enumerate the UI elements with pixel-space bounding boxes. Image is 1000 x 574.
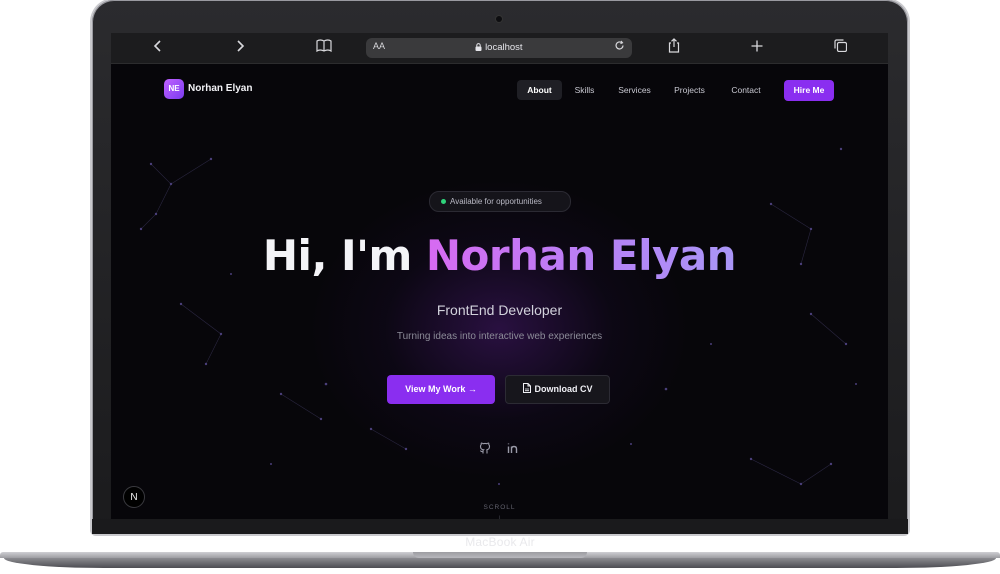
tabs-icon <box>833 39 847 53</box>
document-icon <box>522 383 531 393</box>
laptop-base <box>0 552 1000 574</box>
download-cv-button[interactable]: Download CV <box>505 375 610 404</box>
nav-about[interactable]: About <box>517 80 562 100</box>
reload-button[interactable] <box>614 40 625 54</box>
reload-icon <box>615 40 624 50</box>
tabs-button[interactable] <box>828 38 852 58</box>
logo-badge[interactable]: NE <box>164 79 184 99</box>
hero-greeting: Hi, I'm <box>262 231 412 280</box>
linkedin-icon <box>507 443 518 453</box>
forward-button[interactable] <box>228 38 252 58</box>
screen: AA localhost NE Norhan Elyan About Skill… <box>111 33 888 519</box>
nav-contact[interactable]: Contact <box>724 80 768 100</box>
book-icon <box>316 39 332 53</box>
nav-skills[interactable]: Skills <box>569 80 600 100</box>
url-text: localhost <box>485 42 523 53</box>
nav-projects[interactable]: Projects <box>667 80 712 100</box>
status-dot-icon <box>441 199 446 204</box>
device-label: MacBook Air <box>465 535 535 549</box>
back-button[interactable] <box>146 38 170 58</box>
hire-me-button[interactable]: Hire Me <box>784 80 834 101</box>
hero-title: Hi, I'm Norhan Elyan <box>111 231 888 280</box>
bookmarks-button[interactable] <box>312 38 336 58</box>
browser-toolbar: AA localhost <box>111 33 888 64</box>
scroll-label: SCROLL <box>483 504 516 511</box>
plus-icon <box>751 40 763 52</box>
chevron-left-icon <box>153 40 161 52</box>
nav-services[interactable]: Services <box>611 80 658 100</box>
particle-network <box>139 147 857 486</box>
lock-icon <box>475 43 482 51</box>
download-cv-label: Download CV <box>534 384 593 394</box>
share-icon <box>668 38 680 53</box>
share-button[interactable] <box>662 38 686 58</box>
github-link[interactable] <box>478 441 492 455</box>
dev-tools-badge[interactable]: N <box>123 486 145 508</box>
new-tab-button[interactable] <box>745 38 769 58</box>
hero-tagline: Turning ideas into interactive web exper… <box>396 331 603 342</box>
logo-name[interactable]: Norhan Elyan <box>188 83 252 94</box>
github-icon <box>479 442 491 454</box>
chevron-right-icon <box>237 40 245 52</box>
hero-name: Norhan Elyan <box>425 231 737 280</box>
screen-bezel <box>92 519 908 534</box>
web-page: NE Norhan Elyan About Skills Services Pr… <box>111 64 888 519</box>
lid-notch <box>413 552 587 558</box>
availability-badge: Available for opportunities <box>429 191 571 212</box>
camera-icon <box>496 16 502 22</box>
availability-text: Available for opportunities <box>450 197 542 206</box>
hero-role: FrontEnd Developer <box>436 302 563 318</box>
linkedin-link[interactable] <box>506 441 520 455</box>
address-bar[interactable]: AA localhost <box>366 38 632 58</box>
view-my-work-button[interactable]: View My Work → <box>387 375 495 404</box>
